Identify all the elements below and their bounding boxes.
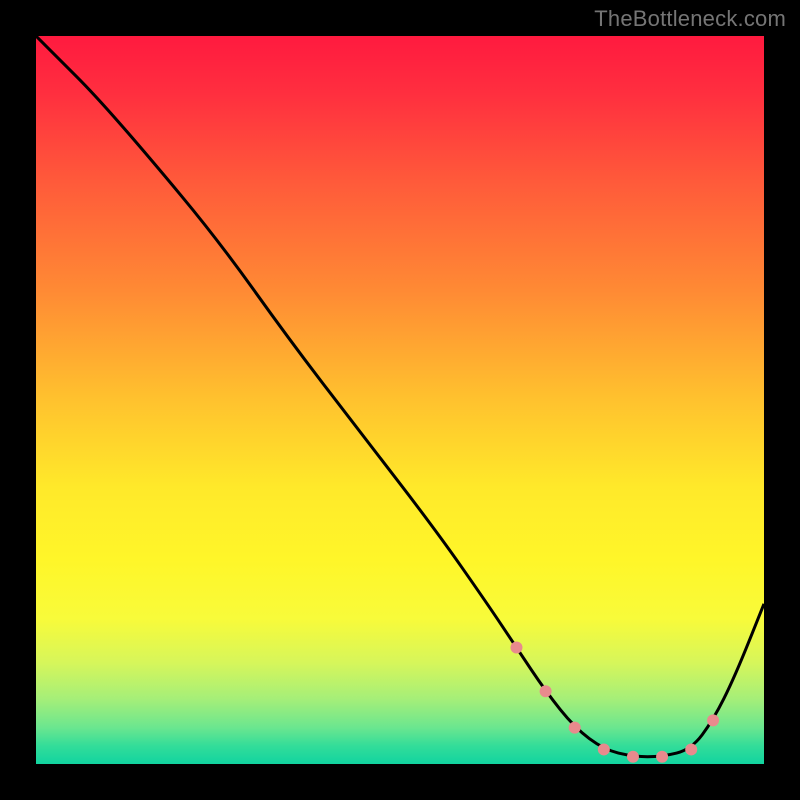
gradient-background <box>36 36 764 764</box>
curve-marker <box>627 751 639 763</box>
curve-marker <box>510 642 522 654</box>
curve-marker <box>598 743 610 755</box>
curve-marker <box>685 743 697 755</box>
curve-marker <box>569 722 581 734</box>
plot-area <box>36 36 764 764</box>
curve-marker <box>540 685 552 697</box>
watermark-text: TheBottleneck.com <box>594 6 786 32</box>
chart-stage: TheBottleneck.com <box>0 0 800 800</box>
curve-marker <box>707 714 719 726</box>
curve-marker <box>656 751 668 763</box>
plot-svg <box>36 36 764 764</box>
